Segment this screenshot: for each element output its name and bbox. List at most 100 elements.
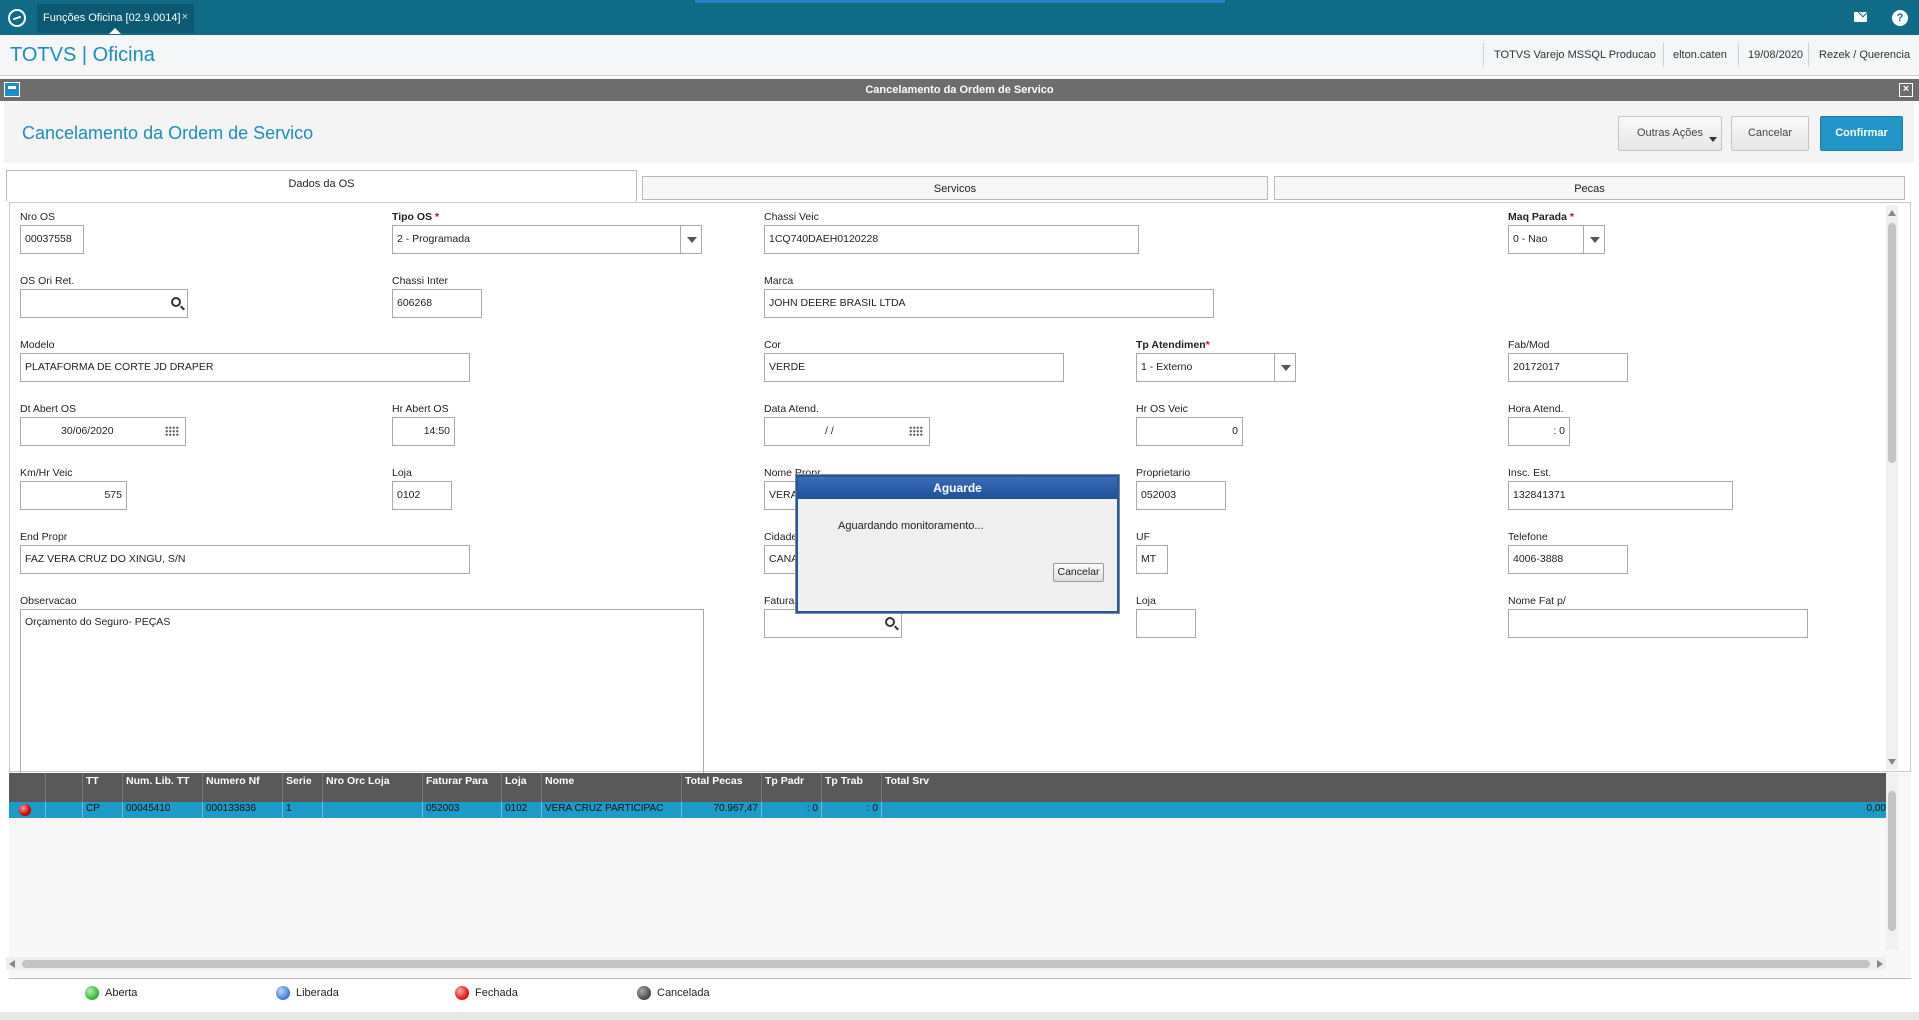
cancel-button[interactable]: Cancelar	[1731, 116, 1809, 151]
hora-atend-label: Hora Atend.	[1508, 403, 1564, 415]
dt-abert-os-label: Dt Abert OS	[20, 403, 77, 415]
dialog-title: Aguarde	[798, 477, 1117, 499]
totvs-logo-icon[interactable]	[8, 9, 26, 27]
legend-cancelada: Cancelada	[637, 986, 710, 1000]
cell-loja: 0102	[502, 802, 542, 818]
tipo-os-select[interactable]: 2 - Programada	[392, 225, 702, 254]
required-marker: *	[1205, 339, 1210, 351]
green-status-icon	[85, 986, 99, 1000]
scroll-thumb[interactable]	[1888, 223, 1896, 463]
tab-pecas[interactable]: Pecas	[1274, 176, 1905, 200]
form-vertical-scrollbar[interactable]	[1886, 205, 1898, 770]
cell-tp-trab: : 0	[822, 802, 882, 818]
proprietario-field[interactable]: 052003	[1136, 481, 1226, 510]
divider	[1808, 43, 1809, 67]
end-propr-field[interactable]: FAZ VERA CRUZ DO XINGU, S/N	[20, 545, 470, 574]
hora-atend-field[interactable]: : 0	[1508, 417, 1570, 446]
legend-cancelada-label: Cancelada	[657, 987, 710, 999]
app-tab[interactable]: Funções Oficina [02.9.0014] ×	[37, 4, 194, 34]
tab-servicos[interactable]: Servicos	[642, 176, 1268, 200]
scroll-up-icon[interactable]	[1888, 210, 1896, 216]
cidade-label: Cidade	[764, 531, 798, 543]
grid-vertical-scrollbar[interactable]	[1886, 773, 1898, 950]
fab-mod-label: Fab/Mod	[1508, 339, 1550, 351]
cell-serie: 1	[283, 802, 323, 818]
confirm-button[interactable]: Confirmar	[1820, 116, 1903, 151]
scroll-down-icon[interactable]	[1888, 759, 1896, 765]
mail-icon[interactable]	[1854, 12, 1867, 22]
search-icon[interactable]	[171, 297, 181, 307]
nome-fat-field[interactable]	[1508, 609, 1808, 638]
col-serie[interactable]: Serie	[283, 773, 323, 802]
chassi-veic-field[interactable]: 1CQ740DAEH0120228	[764, 225, 1139, 254]
uf-field[interactable]: MT	[1136, 545, 1168, 574]
top-highlight	[695, 0, 1225, 3]
window-menu-icon[interactable]	[4, 82, 20, 97]
col-tp-padr[interactable]: Tp Padr	[762, 773, 822, 802]
col-status[interactable]	[9, 773, 46, 802]
app-tab-label: Funções Oficina [02.9.0014]	[43, 12, 181, 24]
divider	[1738, 43, 1739, 67]
col-nro-orc-loja[interactable]: Nro Orc Loja	[323, 773, 423, 802]
col-loja[interactable]: Loja	[502, 773, 542, 802]
chevron-down-icon[interactable]	[1583, 226, 1604, 253]
col-total-srv[interactable]: Total Srv	[882, 773, 1889, 802]
scroll-thumb[interactable]	[1888, 791, 1896, 931]
col-num-lib-tt[interactable]: Num. Lib. TT	[123, 773, 203, 802]
insc-est-field[interactable]: 132841371	[1508, 481, 1733, 510]
telefone-field[interactable]: 4006-3888	[1508, 545, 1628, 574]
dialog-cancel-button[interactable]: Cancelar	[1053, 563, 1104, 582]
os-ori-ret-field[interactable]	[20, 289, 188, 318]
hr-os-veic-field[interactable]: 0	[1136, 417, 1243, 446]
scroll-right-icon[interactable]	[1877, 960, 1883, 968]
tab-dados-da-os[interactable]: Dados da OS	[6, 170, 637, 201]
close-tab-icon[interactable]: ×	[182, 11, 188, 23]
cor-field[interactable]: VERDE	[764, 353, 1064, 382]
gray-status-icon	[637, 986, 651, 1000]
col-tp-trab[interactable]: Tp Trab	[822, 773, 882, 802]
km-hr-veic-field[interactable]: 575	[20, 481, 127, 510]
chassi-inter-field[interactable]: 606268	[392, 289, 482, 318]
col-total-pecas[interactable]: Total Pecas	[682, 773, 762, 802]
legend-aberta: Aberta	[85, 986, 137, 1000]
col-faturar-para[interactable]: Faturar Para	[423, 773, 502, 802]
data-atend-field[interactable]: / /	[764, 417, 930, 446]
search-icon[interactable]	[885, 617, 895, 627]
dt-abert-os-field[interactable]: 30/06/2020	[20, 417, 186, 446]
calendar-icon[interactable]	[909, 426, 923, 437]
required-marker: *	[434, 211, 440, 223]
loja-fat-field[interactable]	[1136, 609, 1196, 638]
status-legend: Aberta Liberada Fechada Cancelada	[9, 978, 1911, 1007]
maq-parada-select[interactable]: 0 - Nao	[1508, 225, 1605, 254]
observacao-label: Observacao	[20, 595, 77, 607]
grid-horizontal-scrollbar[interactable]	[6, 957, 1886, 970]
marca-field[interactable]: JOHN DEERE BRASIL LTDA	[764, 289, 1214, 318]
chevron-down-icon[interactable]	[1274, 354, 1295, 381]
col-tt[interactable]: TT	[83, 773, 123, 802]
help-icon[interactable]: ?	[1892, 10, 1908, 26]
divider	[1483, 43, 1484, 67]
maq-parada-value: 0 - Nao	[1513, 233, 1548, 245]
faturar-field[interactable]	[764, 609, 902, 638]
col-check[interactable]	[46, 773, 83, 802]
col-nome[interactable]: Nome	[542, 773, 682, 802]
blue-status-icon	[276, 986, 290, 1000]
chevron-down-icon[interactable]	[680, 226, 701, 253]
scroll-thumb[interactable]	[22, 960, 1870, 968]
modelo-field[interactable]: PLATAFORMA DE CORTE JD DRAPER	[20, 353, 470, 382]
fab-mod-field[interactable]: 20172017	[1508, 353, 1628, 382]
window-close-icon[interactable]: ×	[1899, 83, 1913, 97]
hr-abert-os-field[interactable]: 14:50	[392, 417, 455, 446]
wait-dialog: Aguarde Aguardando monitoramento... Canc…	[796, 475, 1119, 613]
loja-field[interactable]: 0102	[392, 481, 452, 510]
col-numero-nf[interactable]: Numero Nf	[203, 773, 283, 802]
calendar-icon[interactable]	[165, 426, 179, 437]
observacao-textarea[interactable]: Orçamento do Seguro- PEÇAS	[20, 609, 704, 774]
nro-os-field[interactable]: 00037558	[20, 225, 84, 254]
tp-atendimen-select[interactable]: 1 - Externo	[1136, 353, 1296, 382]
table-row[interactable]: CP 00045410 000133836 1 052003 0102 VERA…	[9, 802, 1889, 818]
top-bar: Funções Oficina [02.9.0014] × ?	[0, 0, 1919, 35]
telefone-label: Telefone	[1508, 531, 1548, 543]
other-actions-button[interactable]: Outras Ações	[1618, 116, 1722, 151]
scroll-left-icon[interactable]	[9, 960, 15, 968]
